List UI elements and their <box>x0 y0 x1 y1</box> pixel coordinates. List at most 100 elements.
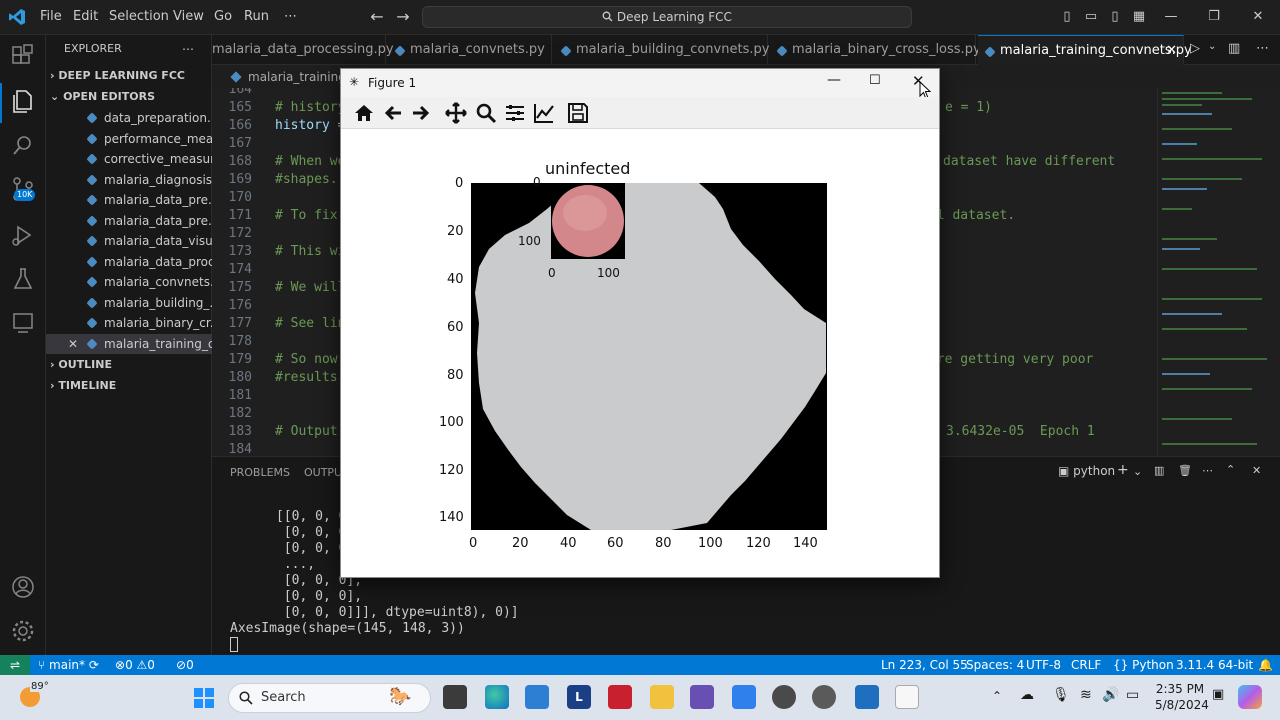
open-editor-item[interactable]: malaria_data_proc... <box>46 252 212 272</box>
home-icon[interactable] <box>352 101 376 125</box>
indentation[interactable]: Spaces: 4 <box>966 655 1024 675</box>
figure-window[interactable]: ✳ Figure 1 — ☐ ✕ uninfected 0 100 0 100 … <box>340 68 940 578</box>
open-editor-item[interactable]: malaria_data_pre... <box>46 190 212 210</box>
language-mode[interactable]: {} Python <box>1113 655 1174 675</box>
pen-app-2-icon[interactable] <box>812 685 836 709</box>
tab-malaria-binary-cross-loss[interactable]: malaria_binary_cross_loss.py <box>770 35 981 65</box>
open-editor-item[interactable]: performance_mea... <box>46 129 212 149</box>
explorer-files-icon[interactable] <box>9 87 37 115</box>
testing-flask-icon[interactable] <box>9 265 37 293</box>
menu-selection[interactable]: Selection <box>109 9 169 24</box>
account-icon[interactable] <box>9 573 37 601</box>
figure-minimize-icon[interactable]: — <box>827 72 841 88</box>
edit-axes-lines-icon[interactable] <box>532 101 556 125</box>
app-l-icon[interactable]: L <box>567 685 591 709</box>
close-editor-icon[interactable]: ✕ <box>68 334 78 354</box>
forward-arrow-icon[interactable]: → <box>392 6 414 28</box>
menu-view[interactable]: View <box>173 9 204 24</box>
onedrive-cloud-icon[interactable]: ☁ <box>1020 687 1034 703</box>
open-editor-item[interactable]: malaria_building_... <box>46 293 212 313</box>
tab-malaria-training-convnets[interactable]: malaria_training_convnets.py ✕ <box>978 35 1192 66</box>
close-window-icon[interactable]: ✕ <box>1247 6 1269 28</box>
tab-malaria-data-processing[interactable]: malaria_data_processing.py <box>212 35 394 65</box>
start-windows-icon[interactable] <box>193 687 215 709</box>
toggle-panel-icon[interactable]: ▭ <box>1080 6 1102 28</box>
line-endings[interactable]: CRLF <box>1071 655 1101 675</box>
split-terminal-icon[interactable]: ▥ <box>1154 464 1164 477</box>
vscode-taskbar-icon[interactable] <box>732 685 756 709</box>
volume-speaker-icon[interactable]: 🔊 <box>1102 687 1119 703</box>
terminal-selector[interactable]: ▣ python <box>1058 464 1115 478</box>
microphone-icon[interactable]: 🎙 <box>1052 687 1070 703</box>
clock-time[interactable]: 2:35 PM <box>1155 682 1205 696</box>
minimap[interactable] <box>1157 88 1280 456</box>
mcafee-shield-icon[interactable] <box>608 685 632 709</box>
encoding[interactable]: UTF-8 <box>1026 655 1061 675</box>
subplots-adjust-icon[interactable] <box>503 101 527 125</box>
clock-date[interactable]: 5/8/2024 <box>1155 698 1209 712</box>
vscode-logo-icon[interactable] <box>8 8 26 26</box>
forward-arrow-icon[interactable] <box>409 101 433 125</box>
split-editor-icon[interactable]: ▥ <box>1228 41 1240 56</box>
branch-status[interactable]: ⑂ main* ⟳ <box>38 655 99 675</box>
tab-malaria-building-convnets[interactable]: malaria_building_convnets.py <box>554 35 769 65</box>
maximize-panel-icon[interactable]: ⌃ <box>1226 463 1235 476</box>
editor-more-icon[interactable]: ⋯ <box>1256 41 1269 56</box>
back-arrow-icon[interactable]: ← <box>366 6 388 28</box>
search-sidebar-icon[interactable] <box>9 131 37 159</box>
wifi-icon[interactable]: ≋ <box>1080 687 1092 703</box>
pan-move-icon[interactable] <box>444 101 468 125</box>
file-explorer-folder-icon[interactable] <box>650 685 674 709</box>
new-terminal-icon[interactable]: + <box>1117 462 1129 478</box>
run-debug-icon[interactable] <box>9 221 37 249</box>
toggle-sidebar-icon[interactable]: ▯ <box>1056 6 1078 28</box>
ports-status[interactable]: ⊘0 <box>176 655 194 675</box>
menu-more[interactable]: ⋯ <box>284 9 297 24</box>
menu-file[interactable]: File <box>40 9 62 24</box>
settings-gear-icon[interactable] <box>9 617 37 645</box>
notification-icon[interactable]: ▣ <box>1212 687 1224 702</box>
run-file-icon[interactable]: ▷ <box>1190 41 1200 56</box>
open-editor-item[interactable]: corrective_measur... <box>46 149 212 169</box>
task-view-icon[interactable] <box>443 685 467 709</box>
open-editor-item[interactable]: malaria_diagnosis.... <box>46 170 212 190</box>
menu-go[interactable]: Go <box>214 9 232 24</box>
tab-problems[interactable]: PROBLEMS <box>230 466 290 479</box>
figure-title-bar[interactable]: ✳ Figure 1 — ☐ ✕ <box>341 69 939 100</box>
menu-edit[interactable]: Edit <box>73 9 98 24</box>
tab-malaria-convnets[interactable]: malaria_convnets.py <box>388 35 552 65</box>
zoom-magnifier-icon[interactable] <box>474 101 498 125</box>
battery-icon[interactable]: ▭ <box>1126 687 1139 703</box>
open-editor-item[interactable]: malaria_data_pre... <box>46 211 212 231</box>
toggle-secondary-sidebar-icon[interactable]: ▯ <box>1104 6 1126 28</box>
explorer-more-icon[interactable]: ⋯ <box>182 39 202 59</box>
minimize-icon[interactable]: — <box>1160 6 1182 28</box>
close-tab-icon[interactable]: ✕ <box>1166 36 1177 66</box>
save-floppy-icon[interactable] <box>566 101 590 125</box>
notifications-bell-icon[interactable]: 🔔 <box>1258 655 1273 675</box>
command-center-search[interactable]: Deep Learning FCC <box>422 6 912 28</box>
clipchamp-icon[interactable] <box>690 685 714 709</box>
pen-app-icon[interactable] <box>772 685 796 709</box>
open-editor-item[interactable]: malaria_convnets.... <box>46 272 212 292</box>
timeline-section[interactable]: › TIMELINE <box>46 376 212 396</box>
remote-indicator-icon[interactable]: ⇌ <box>0 655 30 675</box>
open-editors-section[interactable]: ⌄ OPEN EDITORS <box>46 87 212 107</box>
terminal-dropdown-icon[interactable]: ⌄ <box>1133 465 1142 478</box>
edge-browser-icon[interactable] <box>485 685 509 709</box>
open-editor-item[interactable]: data_preparation.... <box>46 108 212 128</box>
copilot-icon[interactable] <box>1238 685 1262 709</box>
store-icon[interactable] <box>525 685 549 709</box>
taskbar-search[interactable]: Search 🐎 <box>228 683 431 713</box>
figure-maximize-icon[interactable]: ☐ <box>869 73 881 88</box>
breadcrumb[interactable]: malaria_training_ <box>212 66 352 88</box>
problems-status[interactable]: ⊗0 ⚠0 <box>115 655 155 675</box>
open-editor-item[interactable]: malaria_data_visu... <box>46 231 212 251</box>
tab-output[interactable]: OUTPU <box>304 466 342 479</box>
folder-section[interactable]: › DEEP LEARNING FCC <box>46 66 212 86</box>
back-arrow-icon[interactable] <box>381 101 405 125</box>
extensions-icon[interactable] <box>9 43 37 71</box>
more-actions-icon[interactable]: ⋯ <box>1202 464 1213 477</box>
screen-app-icon[interactable] <box>855 685 879 709</box>
close-panel-icon[interactable]: ✕ <box>1252 464 1261 477</box>
